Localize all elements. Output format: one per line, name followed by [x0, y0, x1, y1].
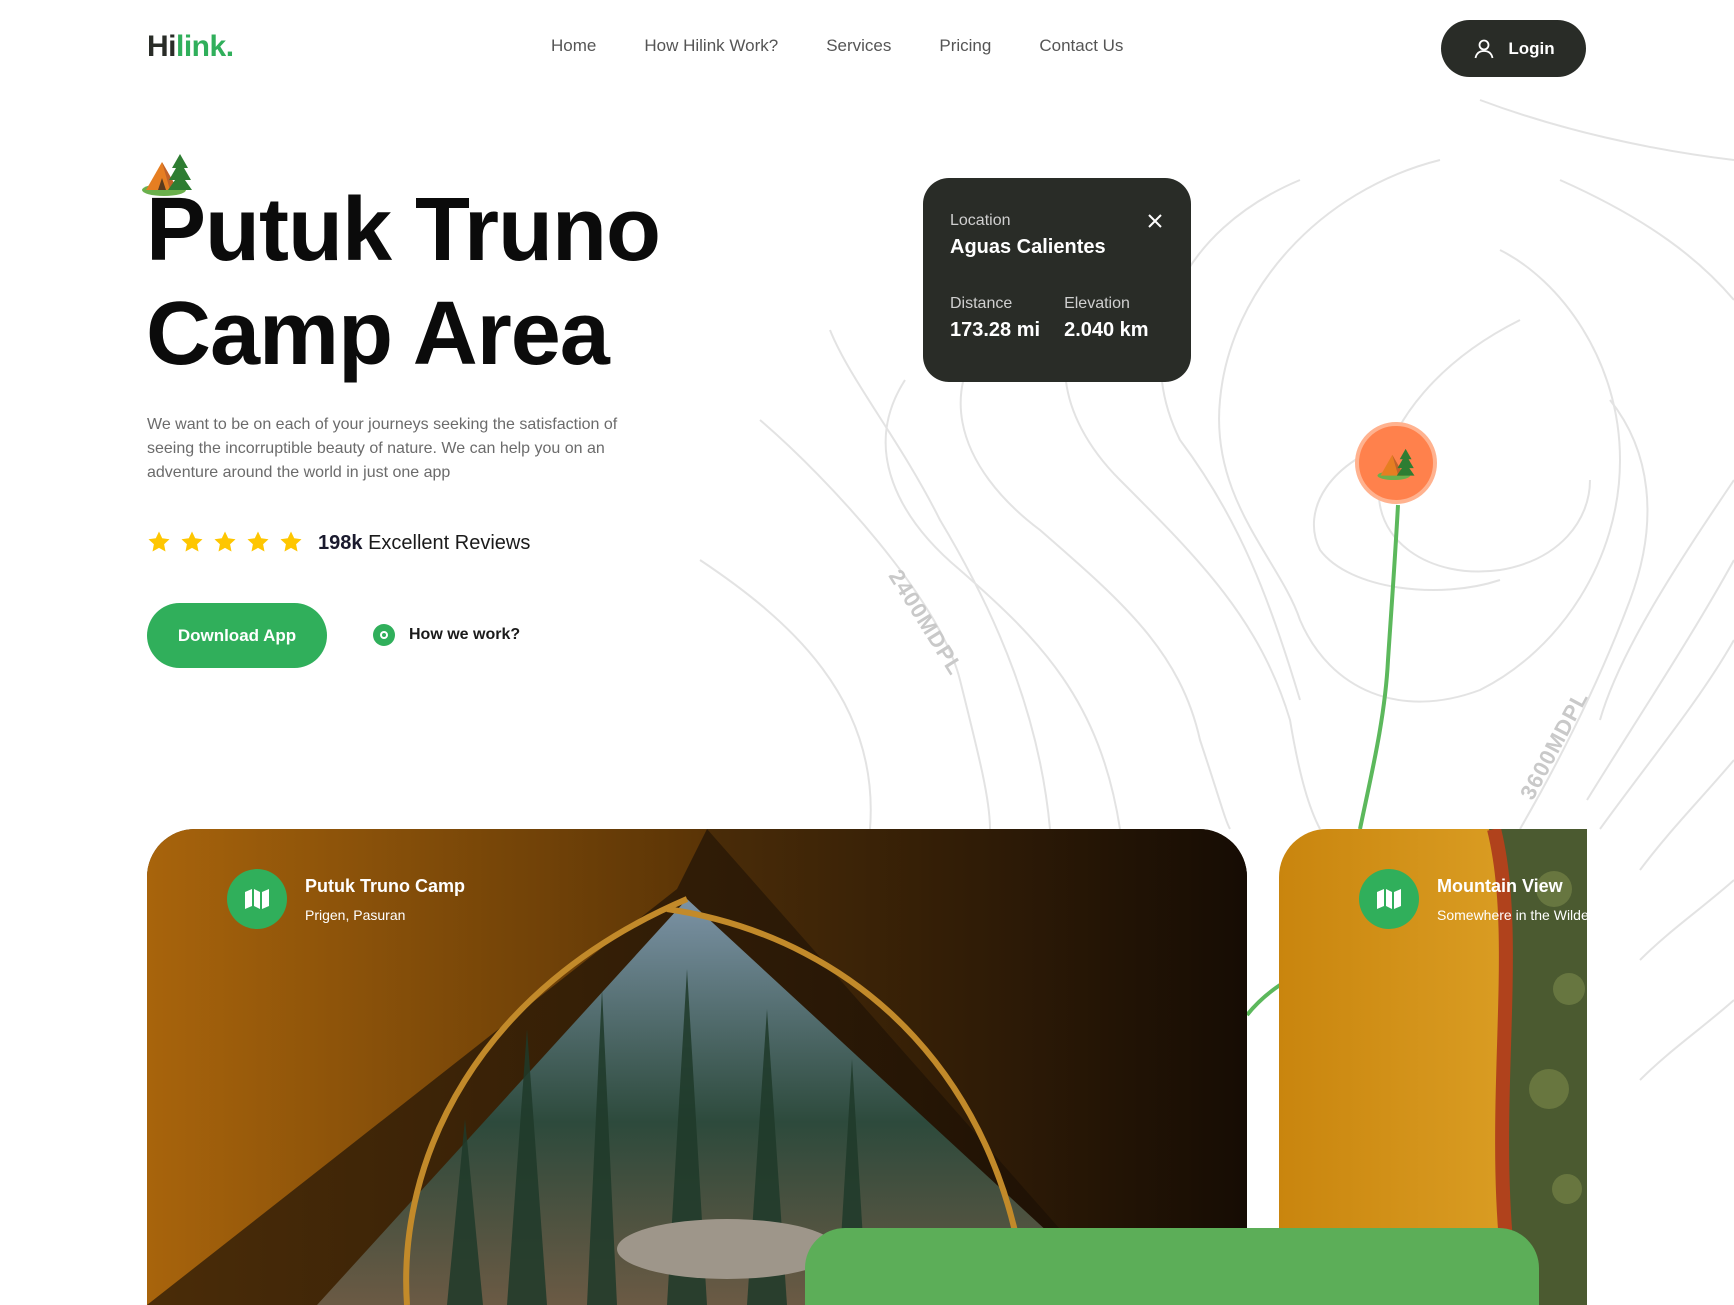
rating-stars — [147, 530, 303, 554]
nav-services[interactable]: Services — [826, 36, 891, 56]
contour-label-3600: 3600MDPL — [1515, 686, 1594, 804]
green-panel — [805, 1228, 1539, 1305]
logo-dot: . — [225, 30, 234, 63]
logo-part-1: Hi — [147, 30, 177, 63]
contour-label-2400: 2400MDPL — [883, 565, 969, 680]
reviews-count: 198k — [318, 532, 363, 554]
card-title: Mountain View — [1437, 875, 1563, 896]
hero-description: We want to be on each of your journeys s… — [147, 416, 618, 481]
camp-icon — [1377, 448, 1415, 481]
title-line-1: Putuk Truno — [146, 180, 661, 280]
distance-label: Distance — [950, 295, 1013, 312]
mountain-card-header: Mountain View Somewhere in the Wildernes… — [1359, 869, 1587, 929]
logo-part-2: link — [176, 30, 226, 63]
how-we-work-button[interactable]: How we work? — [373, 624, 520, 646]
camp-card-header: Putuk Truno Camp Prigen, Pasuran — [227, 869, 465, 929]
login-label: Login — [1508, 38, 1555, 58]
reviews-label: Excellent Reviews — [368, 532, 531, 554]
distance-block: Distance 173.28 mi — [950, 295, 1040, 342]
elevation-value: 2.040 km — [1064, 319, 1149, 341]
logo[interactable]: Hilink. — [147, 30, 234, 64]
map-pin[interactable] — [1355, 422, 1437, 504]
title-line-2: Camp Area — [146, 284, 610, 384]
elevation-block: Elevation 2.040 km — [1064, 295, 1149, 342]
download-app-button[interactable]: Download App — [147, 603, 327, 668]
page-title: Putuk Truno Camp Area — [146, 178, 866, 386]
play-icon — [373, 624, 395, 646]
close-icon[interactable] — [1146, 212, 1164, 230]
elevation-label: Elevation — [1064, 295, 1130, 312]
reviews-summary: 198k Excellent Reviews — [318, 532, 530, 555]
login-button[interactable]: Login — [1441, 20, 1586, 77]
location-label: Location — [950, 212, 1011, 229]
distance-value: 173.28 mi — [950, 319, 1041, 341]
card-subtitle: Somewhere in the Wilderness — [1437, 906, 1587, 923]
star-icon — [181, 531, 203, 552]
star-icon — [280, 531, 302, 552]
map-icon — [227, 869, 287, 929]
nav-pricing[interactable]: Pricing — [939, 36, 991, 56]
location-value: Aguas Calientes — [950, 236, 1106, 258]
map-icon — [1359, 869, 1419, 929]
location-card: Location Aguas Calientes Distance 173.28… — [923, 178, 1191, 382]
how-we-work-label: How we work? — [409, 626, 521, 643]
card-subtitle: Prigen, Pasuran — [305, 906, 406, 923]
nav-contact[interactable]: Contact Us — [1039, 36, 1123, 56]
nav-how-it-works[interactable]: How Hilink Work? — [644, 36, 778, 56]
user-icon — [1474, 39, 1494, 58]
star-icon — [214, 531, 236, 552]
star-icon — [148, 531, 170, 552]
main-nav: Home How Hilink Work? Services Pricing C… — [551, 36, 1171, 56]
nav-home[interactable]: Home — [551, 36, 596, 56]
star-icon — [247, 531, 269, 552]
card-title: Putuk Truno Camp — [305, 875, 466, 896]
